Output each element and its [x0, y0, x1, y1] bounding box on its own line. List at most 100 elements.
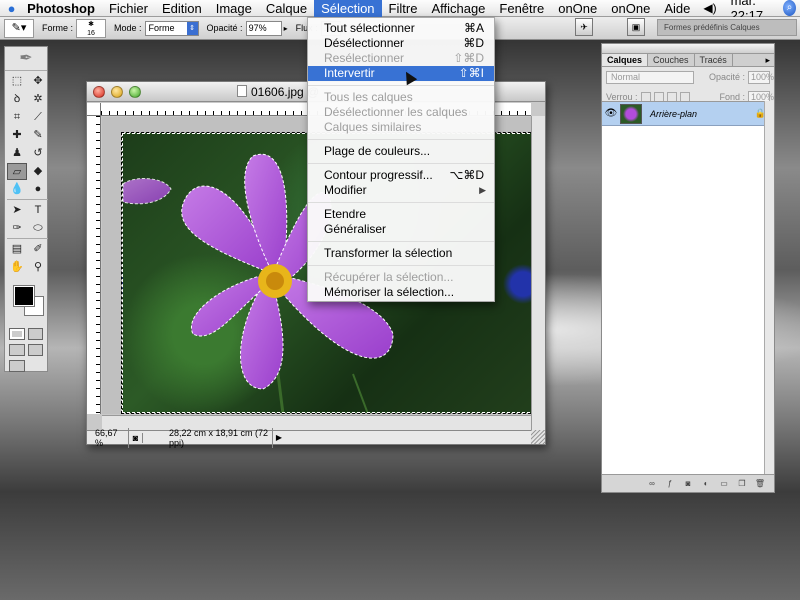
opacite-field[interactable]: 97% — [245, 20, 282, 36]
layer-row[interactable]: 👁 Arrière-plan 🔒 — [602, 102, 774, 126]
close-button[interactable] — [93, 86, 105, 98]
zoom-tool-icon[interactable]: ⚲ — [28, 259, 48, 276]
menu-onone-1[interactable]: onOne — [551, 0, 604, 17]
foreground-color-swatch[interactable] — [13, 285, 35, 307]
new-group-icon[interactable]: ▭ — [718, 478, 730, 490]
menu-item-contour-progressif[interactable]: Contour progressif... ⌥⌘D — [308, 168, 494, 183]
screen-mode-full-button[interactable] — [27, 344, 43, 356]
menu-image[interactable]: Image — [209, 0, 259, 17]
layer-mask-icon[interactable]: ◙ — [682, 478, 694, 490]
trash-icon[interactable]: 🗑 — [754, 478, 766, 490]
notes-tool-icon[interactable]: ▤ — [7, 241, 27, 258]
layer-style-icon[interactable]: ƒ — [664, 478, 676, 490]
menu-item-etendre[interactable]: Etendre — [308, 207, 494, 222]
magic-wand-tool-icon[interactable]: ✲ — [28, 91, 48, 108]
menu-item-label: Mémoriser la sélection... — [324, 285, 455, 299]
palette-well-icon[interactable]: ▣ — [627, 18, 645, 36]
menu-item-plage-de-couleurs[interactable]: Plage de couleurs... — [308, 144, 494, 159]
jump-to-imageready-button[interactable] — [9, 360, 25, 372]
menu-selection[interactable]: Sélection — [314, 0, 382, 17]
adjustment-layer-icon[interactable]: ◐ — [700, 478, 712, 490]
eraser-tool-icon[interactable]: ▱ — [7, 163, 27, 180]
zoom-level-field[interactable]: 66,67 % — [87, 427, 129, 448]
type-tool-icon[interactable]: T — [28, 202, 48, 219]
menu-item-generaliser[interactable]: Généraliser — [308, 222, 494, 237]
opacite-arrow-icon[interactable]: ▸ — [284, 24, 288, 33]
mode-select[interactable]: Forme ⇕ — [144, 20, 199, 36]
path-selection-tool-icon[interactable]: ➤ — [7, 202, 27, 219]
brush-picker[interactable]: ✱ 16 — [76, 18, 107, 38]
menu-onone-2[interactable]: onOne — [604, 0, 657, 17]
menu-affichage[interactable]: Affichage — [424, 0, 492, 17]
standard-mode-button[interactable] — [9, 328, 25, 340]
layer-list: 👁 Arrière-plan 🔒 — [602, 101, 774, 474]
pen-tool-icon[interactable]: ✑ — [7, 220, 27, 237]
menu-item-calques-similaires: Calques similaires — [308, 120, 494, 135]
brush-tool-icon[interactable]: ✎ — [28, 127, 48, 144]
menu-item-label: Intervertir — [324, 66, 375, 80]
palette-titlebar[interactable] — [602, 44, 774, 54]
minimize-button[interactable] — [111, 86, 123, 98]
healing-brush-tool-icon[interactable]: ✚ — [7, 127, 27, 144]
marquee-tool-icon[interactable]: ⬚ — [7, 73, 27, 90]
status-menu-arrow-icon[interactable]: ▶ — [273, 433, 285, 442]
menu-item-deselectionner[interactable]: Désélectionner ⌘D — [308, 36, 494, 51]
spotlight-icon[interactable]: ⌕ — [782, 0, 796, 16]
paint-bucket-tool-icon[interactable]: ◆ — [28, 163, 48, 180]
stamp-tool-icon[interactable]: ♟ — [7, 145, 27, 162]
menu-filtre[interactable]: Filtre — [382, 0, 425, 17]
status-icon[interactable]: ◙ — [129, 432, 143, 443]
vertical-ruler[interactable] — [87, 116, 101, 414]
blend-row: Normal Opacité : 100% — [602, 67, 774, 87]
screen-mode-standard-button[interactable] — [9, 344, 25, 356]
layers-scrollbar[interactable] — [764, 101, 774, 474]
move-tool-icon[interactable]: ✥ — [28, 73, 48, 90]
hand-tool-icon[interactable]: ✋ — [7, 259, 27, 276]
lasso-tool-icon[interactable]: ꝺ — [7, 91, 27, 108]
palette-menu-icon[interactable]: ▸ — [761, 54, 774, 66]
palette-well[interactable]: Formes prédéfinis Calques — [657, 19, 797, 36]
shape-tool-icon[interactable]: ⬭ — [28, 220, 48, 237]
menu-app-photoshop[interactable]: Photoshop — [23, 0, 102, 17]
dodge-tool-icon[interactable]: ● — [28, 181, 48, 198]
volume-icon[interactable]: ◀) — [697, 1, 722, 15]
ruler-corner[interactable] — [87, 103, 101, 116]
menu-fenetre[interactable]: Fenêtre — [492, 0, 551, 17]
menu-fichier[interactable]: Fichier — [102, 0, 155, 17]
history-brush-tool-icon[interactable]: ↺ — [28, 145, 48, 162]
link-icon[interactable]: ∞ — [646, 478, 658, 490]
menu-item-label: Plage de couleurs... — [324, 144, 431, 158]
opacity-field[interactable]: 100% — [748, 70, 774, 84]
palette-tabs: Calques Couches Tracés ▸ — [602, 54, 774, 67]
airbrush-icon[interactable]: ✈ — [575, 18, 593, 36]
blur-tool-icon[interactable]: 💧 — [7, 181, 27, 198]
layer-name: Arrière-plan — [650, 108, 698, 119]
slice-tool-icon[interactable]: ⟋ — [28, 109, 48, 126]
new-layer-icon[interactable]: ❐ — [736, 478, 748, 490]
crop-tool-icon[interactable]: ⌗ — [7, 109, 27, 126]
menu-item-memoriser-la-selection[interactable]: Mémoriser la sélection... — [308, 285, 494, 300]
menu-aide[interactable]: Aide — [657, 0, 697, 17]
tab-calques[interactable]: Calques — [602, 54, 649, 66]
blend-mode-select[interactable]: Normal — [606, 70, 694, 84]
quick-mask-mode-button[interactable] — [27, 328, 43, 340]
brush-size: 16 — [87, 29, 95, 37]
menu-edition[interactable]: Edition — [155, 0, 209, 17]
opacity-label: Opacité : — [708, 72, 745, 82]
menu-item-tout-selectionner[interactable]: Tout sélectionner ⌘A — [308, 21, 494, 36]
resize-handle[interactable] — [531, 430, 545, 444]
menu-item-shortcut: ⌘D — [463, 36, 484, 50]
menu-calque[interactable]: Calque — [259, 0, 314, 17]
menu-item-modifier[interactable]: Modifier ▶ — [308, 183, 494, 198]
tab-couches[interactable]: Couches — [648, 54, 695, 66]
menu-separator — [308, 261, 494, 270]
tab-traces[interactable]: Tracés — [695, 54, 733, 66]
tool-preset-picker[interactable]: ✎▾ — [4, 18, 34, 38]
menu-item-transformer-la-selection[interactable]: Transformer la sélection — [308, 246, 494, 261]
toolbox: ✒ ⬚ ✥ ꝺ ✲ ⌗ ⟋ ✚ ✎ ♟ ↺ ▱ ◆ 💧 ● ➤ T ✑ ⬭ ▤ … — [4, 46, 48, 372]
apple-icon[interactable]: ● — [0, 1, 23, 16]
vertical-scrollbar[interactable] — [531, 116, 545, 430]
eye-icon[interactable]: 👁 — [602, 108, 620, 119]
eyedropper-tool-icon[interactable]: ✐ — [28, 241, 48, 258]
zoom-button[interactable] — [129, 86, 141, 98]
